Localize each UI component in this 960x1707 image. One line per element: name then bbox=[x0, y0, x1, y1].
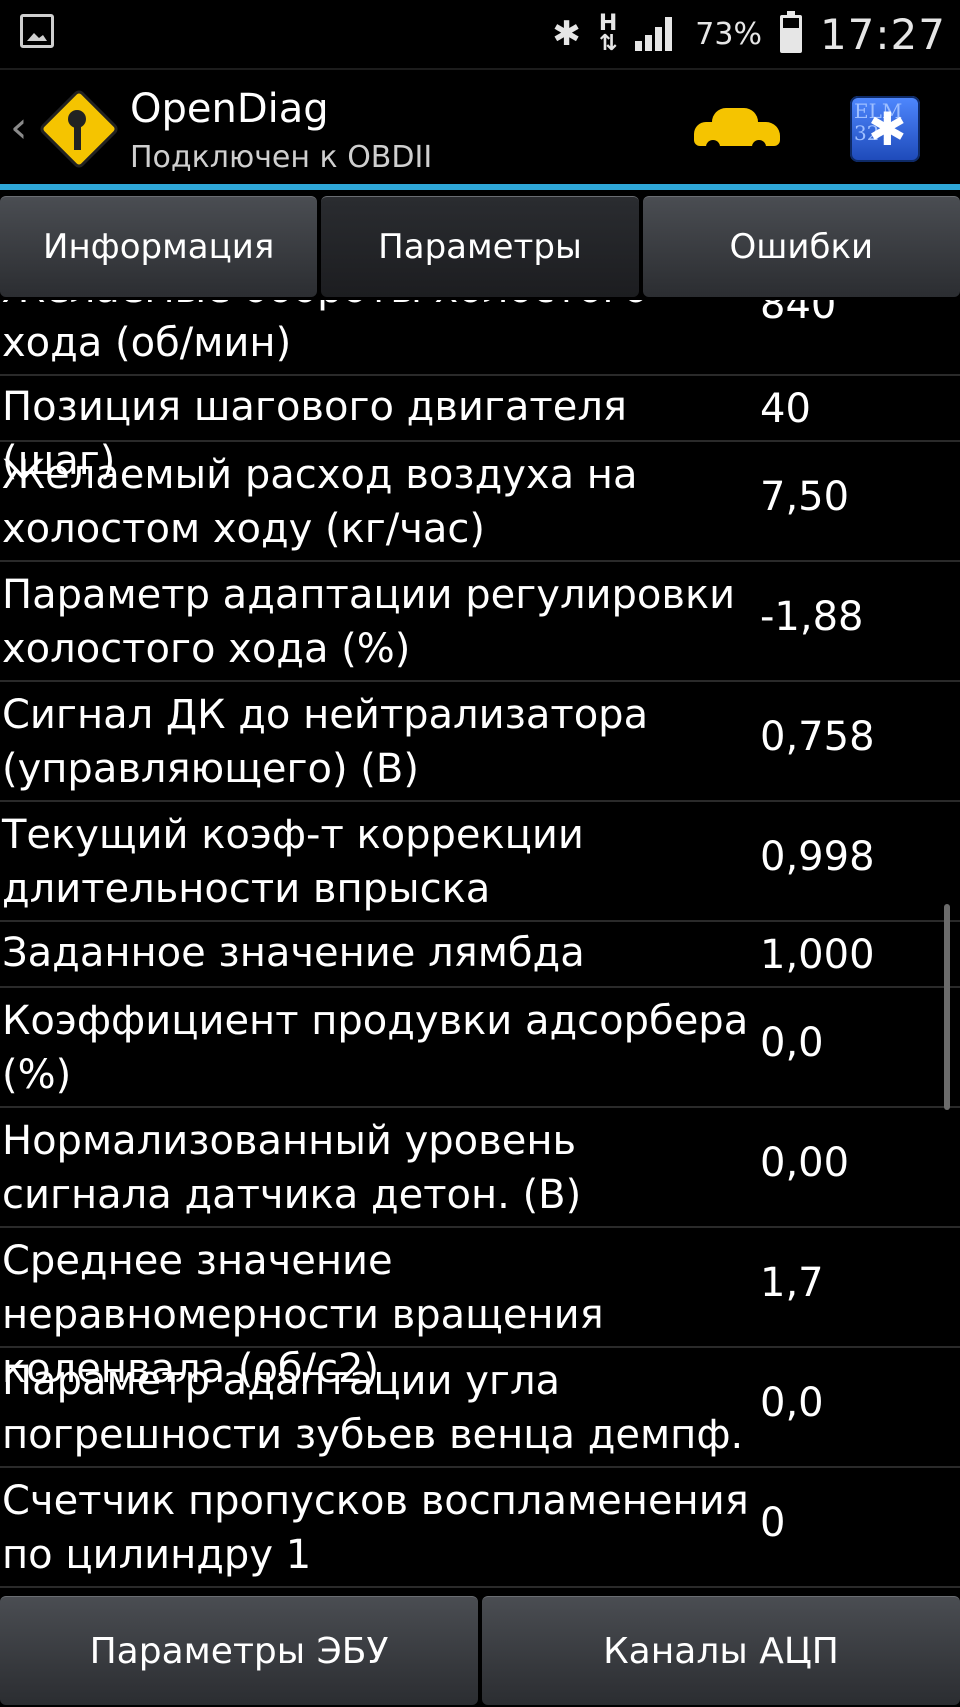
tab-information[interactable]: Информация bbox=[0, 196, 318, 297]
param-label: Заданное значение лямбда bbox=[2, 930, 585, 976]
param-label: Счетчик пропусков воспламенения по цилин… bbox=[2, 1478, 749, 1578]
param-value: 40 bbox=[760, 386, 811, 432]
param-value: 0,0 bbox=[760, 1020, 824, 1066]
app-logo-icon[interactable] bbox=[37, 87, 121, 171]
action-bar: ‹ OpenDiag Подключен к OBDII ELM 327 ✱ bbox=[0, 70, 960, 190]
param-value: 0,998 bbox=[760, 834, 875, 880]
list-item[interactable]: Среднее значение неравномерности вращени… bbox=[0, 1228, 960, 1392]
list-item[interactable]: Параметр адаптации регулировки холостого… bbox=[0, 562, 960, 682]
param-label: Сигнал ДК до нейтрализатора (управляющег… bbox=[2, 692, 649, 792]
param-value: 0,0 bbox=[760, 1380, 824, 1426]
param-value: -1,88 bbox=[760, 594, 864, 640]
back-caret-icon[interactable]: ‹ bbox=[10, 102, 28, 153]
list-item[interactable]: Нормализованный уровень сигнала датчика … bbox=[0, 1108, 960, 1228]
param-label: Нормализованный уровень сигнала датчика … bbox=[2, 1118, 582, 1218]
param-value: 0,758 bbox=[760, 714, 875, 760]
adc-channels-button[interactable]: Каналы АЦП bbox=[482, 1596, 960, 1705]
battery-icon bbox=[779, 11, 802, 53]
network-type: H ⇅ bbox=[598, 11, 618, 56]
list-item[interactable]: Коэффициент продувки адсорбера (%) 0,0 bbox=[0, 988, 960, 1108]
param-value: 1,000 bbox=[760, 932, 875, 978]
car-icon[interactable] bbox=[694, 106, 780, 154]
ecu-parameters-button[interactable]: Параметры ЭБУ bbox=[0, 1596, 478, 1705]
param-label: Желаемый расход воздуха на холостом ходу… bbox=[2, 452, 638, 552]
clock: 17:27 bbox=[819, 9, 946, 59]
bottom-button-bar: Параметры ЭБУ Каналы АЦП bbox=[0, 1596, 960, 1707]
param-value: 0 bbox=[760, 1500, 786, 1546]
param-label: Желаемые обороты холостого хода (об/мин) bbox=[2, 300, 648, 366]
signal-icon bbox=[635, 17, 677, 51]
elm327-bluetooth-icon[interactable]: ELM 327 ✱ bbox=[850, 96, 920, 162]
list-item[interactable]: Текущий коэф-т коррекции длительности вп… bbox=[0, 802, 960, 922]
list-item[interactable]: Желаемые обороты холостого хода (об/мин)… bbox=[0, 300, 960, 376]
list-item[interactable]: Желаемый расход воздуха на холостом ходу… bbox=[0, 442, 960, 562]
tab-errors[interactable]: Ошибки bbox=[642, 196, 960, 297]
tab-parameters[interactable]: Параметры bbox=[321, 196, 639, 297]
scrollbar[interactable] bbox=[944, 904, 950, 1110]
param-value: 0,00 bbox=[760, 1140, 850, 1186]
list-item[interactable]: Счетчик пропусков воспламенения по цилин… bbox=[0, 1468, 960, 1588]
param-value: 7,50 bbox=[760, 474, 850, 520]
param-value: 1,7 bbox=[760, 1260, 824, 1306]
param-label: Коэффициент продувки адсорбера (%) bbox=[2, 998, 749, 1098]
param-label: Параметр адаптации регулировки холостого… bbox=[2, 572, 736, 672]
list-item[interactable]: Заданное значение лямбда 1,000 bbox=[0, 922, 960, 988]
status-icons: ✱ H ⇅ 73% 17:27 bbox=[552, 8, 946, 60]
list-item[interactable]: Сигнал ДК до нейтрализатора (управляющег… bbox=[0, 682, 960, 802]
tab-bar: Информация Параметры Ошибки bbox=[0, 196, 960, 300]
param-label: Параметр адаптации угла погрешности зубь… bbox=[2, 1358, 744, 1458]
list-item[interactable]: Параметр адаптации угла погрешности зубь… bbox=[0, 1348, 960, 1468]
param-label: Текущий коэф-т коррекции длительности вп… bbox=[2, 812, 584, 912]
bluetooth-icon: ✱ bbox=[552, 14, 581, 54]
parameter-list[interactable]: Желаемые обороты холостого хода (об/мин)… bbox=[0, 300, 960, 1596]
image-notification-icon bbox=[20, 14, 54, 48]
status-bar: ✱ H ⇅ 73% 17:27 bbox=[0, 0, 960, 70]
battery-percent: 73% bbox=[695, 16, 762, 52]
param-value: 840 bbox=[760, 300, 837, 328]
app-title: OpenDiag bbox=[130, 86, 329, 132]
connection-status: Подключен к OBDII bbox=[130, 140, 433, 175]
list-item[interactable]: Позиция шагового двигателя (шаг) 40 bbox=[0, 376, 960, 484]
network-type-text: H bbox=[598, 11, 618, 36]
